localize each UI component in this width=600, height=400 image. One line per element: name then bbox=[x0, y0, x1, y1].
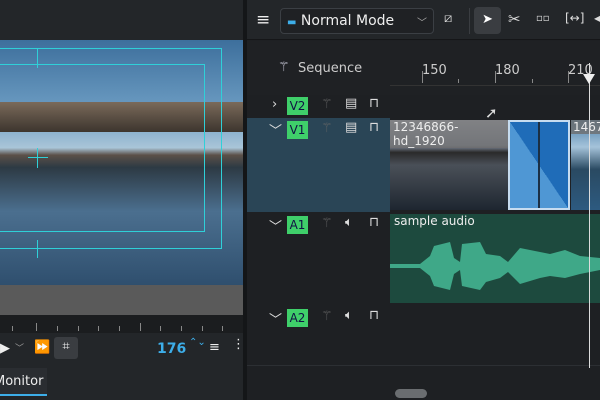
toolbar-separator bbox=[469, 8, 470, 34]
tab-label: Monitor bbox=[0, 374, 44, 389]
chevron-right-icon[interactable]: › bbox=[272, 97, 277, 112]
chevron-down-icon: ﹀ bbox=[417, 18, 427, 29]
speaker-icon[interactable]: 🔈︎ bbox=[345, 215, 353, 230]
track-divider bbox=[247, 365, 600, 366]
center-cross bbox=[37, 148, 38, 168]
crop-button[interactable]: ⌗ bbox=[54, 337, 78, 359]
safe-area-inner bbox=[0, 64, 205, 232]
edit-mode-select[interactable]: ▬ Normal Mode ﹀ bbox=[280, 8, 434, 34]
ripple-icon[interactable]: [↔] bbox=[565, 11, 584, 25]
spacer-icon[interactable]: ▫▫ bbox=[536, 13, 550, 24]
lock-icon[interactable]: ⊓ bbox=[369, 96, 379, 111]
lock-icon[interactable]: ⊓ bbox=[369, 308, 379, 323]
timeline-panel: ≡ ▬ Normal Mode ﹀ ⧄ ➤ ✂ ▫▫ [↔] ◂ ⚚ Seque… bbox=[247, 0, 600, 400]
clip-name: sample audio bbox=[394, 214, 475, 228]
playhead-marker-icon[interactable] bbox=[583, 74, 595, 84]
play-button[interactable]: ▶ bbox=[0, 341, 10, 356]
center-cross bbox=[28, 157, 48, 158]
film-icon[interactable]: ▤ bbox=[345, 120, 357, 135]
track-header-v2[interactable]: › V2 ⚚ ▤ ⊓ bbox=[247, 95, 390, 118]
hamburger-icon[interactable]: ≡ bbox=[256, 10, 270, 30]
timecode-display[interactable]: 176 bbox=[157, 341, 186, 357]
mouse-cursor-icon: ➚ bbox=[485, 104, 498, 122]
track-header-a1[interactable]: ﹀ A1 ⚚ 🔈︎ ⊓ bbox=[247, 212, 390, 305]
timecode-spin-icon[interactable]: ⌃⌄ bbox=[189, 338, 206, 348]
track-name[interactable]: V1 bbox=[287, 121, 308, 139]
video-clip[interactable]: 12346866-hd_1920 bbox=[390, 120, 508, 210]
audio-clip[interactable]: sample audio bbox=[390, 214, 600, 303]
chevron-down-icon[interactable]: ﹀ bbox=[269, 120, 282, 139]
film-icon[interactable]: ▤ bbox=[345, 96, 357, 111]
transition-clip[interactable] bbox=[508, 120, 570, 210]
ruler-tick-label: 150 bbox=[422, 63, 447, 78]
monitor-background bbox=[0, 285, 243, 315]
playhead[interactable] bbox=[589, 63, 590, 368]
guide-line bbox=[37, 240, 38, 258]
monitor-controls: ▶ ﹀ ⏩ ⌗ 176 ⌃⌄ ≡ ⋮ bbox=[0, 333, 245, 365]
ruler-tick-label: 180 bbox=[495, 63, 520, 78]
effects-wand-icon[interactable]: ⚚ bbox=[321, 309, 333, 324]
magnet-off-icon[interactable]: ⧄ bbox=[444, 11, 452, 26]
transition-divider bbox=[538, 122, 540, 208]
track-name[interactable]: V2 bbox=[287, 97, 308, 115]
clip-monitor-panel: ▶ ﹀ ⏩ ⌗ 176 ⌃⌄ ≡ ⋮ Monitor bbox=[0, 0, 245, 400]
chevron-down-icon[interactable]: ﹀ bbox=[269, 309, 282, 328]
video-clip[interactable]: 1467 bbox=[571, 120, 600, 210]
clip-name: 12346866-hd_1920 bbox=[390, 120, 508, 148]
chevron-down-icon[interactable]: ﹀ bbox=[269, 216, 282, 235]
clip-name: 1467 bbox=[571, 120, 600, 134]
effects-wand-icon[interactable]: ⚚ bbox=[321, 97, 333, 112]
track-header-a2[interactable]: ﹀ A2 ⚚ 🔈︎ ⊓ bbox=[247, 305, 390, 335]
razor-icon[interactable]: ✂ bbox=[508, 10, 521, 28]
magic-wand-icon: ⚚ bbox=[278, 60, 290, 75]
select-arrow-icon[interactable]: ➤ bbox=[474, 7, 501, 34]
speaker-icon[interactable]: 🔈︎ bbox=[345, 308, 353, 323]
lock-icon[interactable]: ⊓ bbox=[369, 120, 379, 135]
audio-waveform bbox=[390, 242, 600, 290]
track-header-v1[interactable]: ﹀ V1 ⚚ ▤ ⊓ bbox=[247, 118, 390, 212]
monitor-ruler[interactable] bbox=[0, 315, 243, 333]
monitor-video-preview[interactable] bbox=[0, 40, 243, 285]
horizontal-scrollbar[interactable] bbox=[395, 389, 427, 398]
effects-wand-icon[interactable]: ⚚ bbox=[321, 121, 333, 136]
slip-icon[interactable]: ◂ bbox=[594, 11, 600, 25]
sequence-label: Sequence bbox=[298, 61, 363, 76]
mode-label: Normal Mode bbox=[300, 13, 395, 29]
forward-button[interactable]: ⏩ bbox=[34, 340, 50, 355]
track-name[interactable]: A2 bbox=[287, 309, 308, 327]
guide-line bbox=[37, 48, 38, 68]
monitor-menu-button[interactable]: ≡ bbox=[209, 340, 220, 355]
mode-icon: ▬ bbox=[287, 17, 297, 28]
tab-monitor[interactable]: Monitor bbox=[0, 368, 47, 396]
effects-wand-icon[interactable]: ⚚ bbox=[321, 216, 333, 231]
track-name[interactable]: A1 bbox=[287, 216, 308, 234]
lock-icon[interactable]: ⊓ bbox=[369, 215, 379, 230]
timeline-ruler[interactable]: 150 180 210 bbox=[390, 41, 600, 86]
play-options-chevron-icon[interactable]: ﹀ bbox=[15, 341, 24, 354]
timeline-toolbar: ≡ ▬ Normal Mode ﹀ ⧄ ➤ ✂ ▫▫ [↔] ◂ bbox=[247, 0, 600, 40]
